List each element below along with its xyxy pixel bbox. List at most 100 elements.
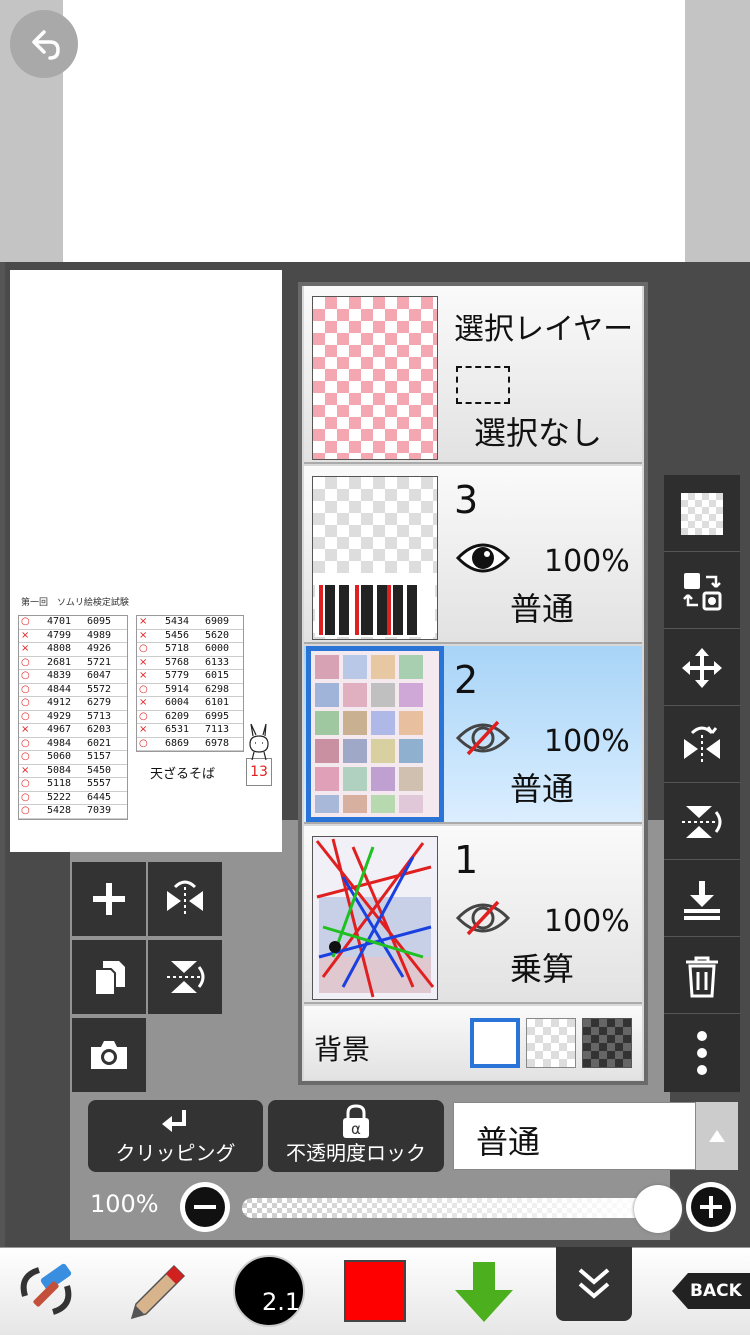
layer-thumbnail [312, 476, 438, 640]
blend-mode-select[interactable]: 普通 [453, 1102, 696, 1170]
layer-number: 3 [454, 478, 479, 522]
current-color-swatch [344, 1260, 406, 1322]
preview-table-row: ○ 5060 5157 [19, 751, 127, 765]
layer-opacity: 100% [544, 904, 630, 939]
preview-table-row: ○ 4844 5572 [19, 683, 127, 697]
more-options-button[interactable] [664, 1015, 740, 1091]
preview-answer-a: 4967 [47, 724, 72, 735]
drawing-canvas[interactable] [63, 0, 685, 262]
preview-table-row: × 4967 6203 [19, 724, 127, 738]
preview-table-row: ○ 6209 6995 [137, 710, 243, 724]
merge-down-button[interactable] [664, 861, 740, 937]
preview-mark: × [21, 724, 30, 735]
preview-answer-a: 4912 [47, 697, 72, 708]
preview-table-row: × 4808 4926 [19, 643, 127, 657]
eye-visible-icon[interactable] [456, 538, 510, 578]
preview-answer-b: 5157 [87, 751, 112, 762]
canvas-margin-right [685, 0, 750, 262]
undo-icon [32, 30, 60, 60]
preview-answer-b: 6298 [205, 683, 230, 695]
eye-hidden-icon[interactable] [456, 718, 510, 758]
flip-vertical-button[interactable] [148, 940, 222, 1014]
color-picker-button[interactable] [338, 1252, 412, 1330]
preview-answer-b: 6995 [205, 710, 230, 722]
flip-layer-vertical-button[interactable] [664, 784, 740, 860]
opacity-decrease-button[interactable] [180, 1182, 230, 1232]
brush-size-value: 2.1 [262, 1288, 301, 1316]
background-transparent-swatch[interactable] [526, 1018, 576, 1068]
preview-table-row: × 5084 5450 [19, 764, 127, 778]
preview-table-row: ○ 4912 6279 [19, 697, 127, 711]
layer-row[interactable]: 1 100% 乗算 [304, 826, 642, 1004]
preview-mark: × [21, 629, 30, 641]
preview-mark: × [139, 629, 148, 641]
preview-table-row: ○ 4839 6047 [19, 670, 127, 684]
tool-switch-button[interactable] [6, 1252, 86, 1330]
layer-blend-mode: 乗算 [510, 950, 575, 988]
opacity-value: 100% [90, 1190, 159, 1218]
opacity-slider-thumb[interactable] [634, 1185, 682, 1233]
layer-row[interactable]: 3 100% 普通 [304, 466, 642, 644]
delete-layer-button[interactable] [664, 938, 740, 1014]
download-arrow-icon [455, 1262, 513, 1322]
collapse-panel-button[interactable] [556, 1247, 632, 1321]
preview-answer-b: 6015 [205, 670, 230, 681]
swap-icon [683, 572, 722, 610]
preview-mark: ○ [21, 670, 30, 681]
preview-answer-b: 6133 [205, 656, 230, 668]
brush-tool-button[interactable] [118, 1252, 196, 1330]
preview-mark: ○ [139, 643, 148, 654]
preview-answer-a: 5914 [165, 683, 190, 695]
eye-hidden-icon[interactable] [456, 898, 510, 938]
swap-layer-button[interactable] [664, 553, 740, 629]
move-layer-button[interactable] [664, 630, 740, 706]
preview-answer-a: 5118 [47, 778, 72, 789]
clipping-label: クリッピング [115, 1141, 236, 1165]
preview-mark: × [139, 670, 148, 681]
duplicate-layer-button[interactable] [72, 940, 146, 1014]
preview-mark: ○ [21, 751, 30, 762]
preview-answer-table-left: ○ 4701 6095 × 4799 4989 × 4808 4926 ○ 2681 5721 ○ 483… [18, 615, 128, 820]
alpha-lock-button[interactable]: α 不透明度ロック [268, 1100, 444, 1172]
preview-answer-a: 5428 [47, 805, 72, 816]
flip-layer-horizontal-button[interactable] [664, 707, 740, 783]
import-photo-button[interactable] [72, 1018, 146, 1092]
preview-answer-b: 5557 [87, 778, 112, 789]
layer-opacity: 100% [544, 544, 630, 579]
opacity-slider-track[interactable] [242, 1198, 662, 1218]
clipping-button[interactable]: クリッピング [88, 1100, 263, 1172]
layer-row-selected[interactable]: 2 100% 普通 [304, 646, 642, 824]
preview-mark: ○ [21, 710, 30, 722]
layer-blend-mode: 普通 [510, 770, 575, 808]
preview-table-row: ○ 5428 7039 [19, 805, 127, 819]
lock-icon: α [343, 1104, 369, 1138]
plus-circle-icon [691, 1187, 731, 1227]
selection-layer-thumbnail [312, 296, 438, 460]
preview-answer-a: 6209 [165, 710, 190, 722]
preview-table-row: ○ 6869 6978 [137, 738, 243, 751]
undo-button[interactable] [10, 10, 78, 78]
selection-marquee-icon [456, 366, 510, 404]
add-layer-button[interactable] [72, 862, 146, 936]
preview-answer-a: 4844 [47, 683, 72, 695]
transparency-button[interactable] [664, 476, 740, 552]
alpha-lock-label: 不透明度ロック [286, 1141, 426, 1165]
flip-vertical-icon [682, 805, 722, 838]
preview-mark: ○ [21, 683, 30, 695]
selection-layer[interactable]: 選択レイヤー 選択なし [304, 286, 642, 464]
preview-answer-a: 5768 [165, 656, 190, 668]
panel-edge [0, 262, 5, 1247]
back-button[interactable]: BACK [670, 1252, 750, 1330]
preview-table-row: ○ 5914 6298 [137, 683, 243, 697]
preview-answer-b: 5713 [87, 710, 112, 722]
opacity-increase-button[interactable] [686, 1182, 736, 1232]
blend-mode-dropdown-button[interactable] [696, 1102, 738, 1170]
more-vertical-icon [697, 1031, 707, 1075]
background-dark-swatch[interactable] [582, 1018, 632, 1068]
brush-size-button[interactable]: 2.1 [230, 1252, 308, 1330]
save-download-button[interactable] [448, 1252, 520, 1330]
preview-answer-a: 5084 [47, 764, 72, 776]
flip-horizontal-button[interactable] [148, 862, 222, 936]
background-white-swatch[interactable] [470, 1018, 520, 1068]
rabbit-doodle-icon [249, 723, 269, 761]
